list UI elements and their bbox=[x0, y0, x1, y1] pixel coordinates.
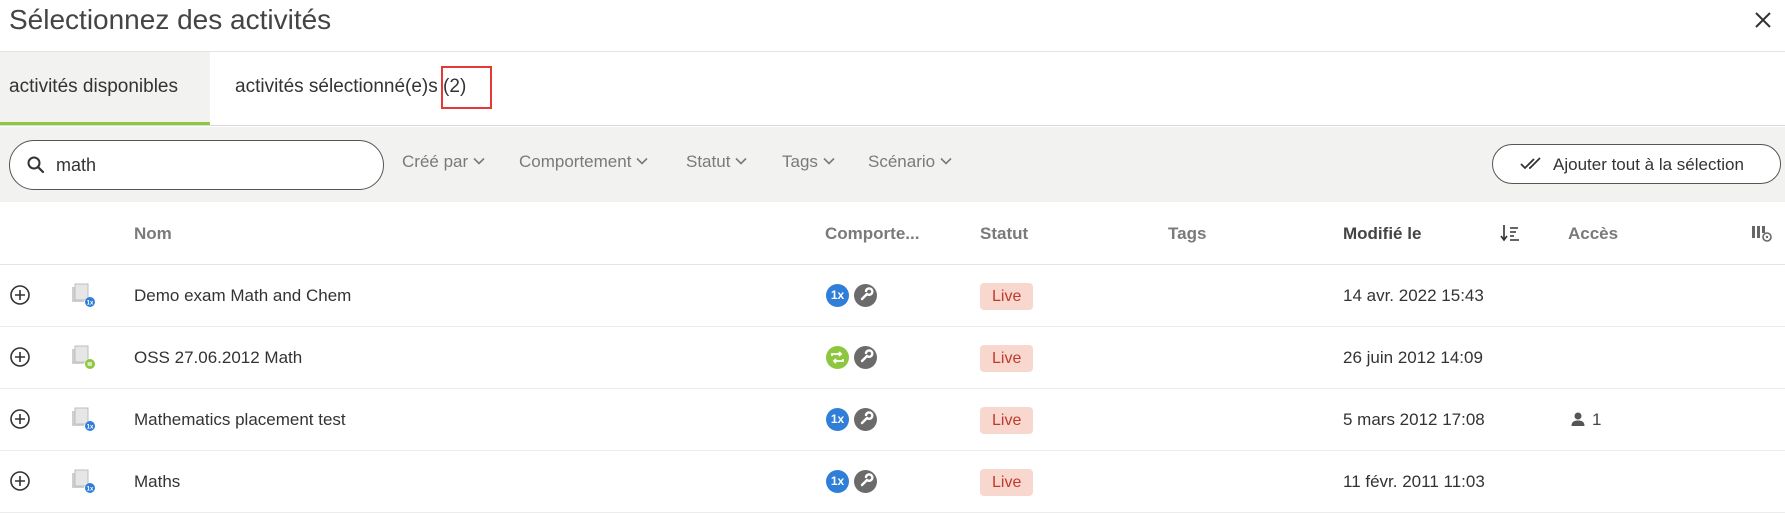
table-row[interactable]: 1x Maths 1x Live 11 févr. 2011 11:03 bbox=[0, 451, 1785, 513]
column-access[interactable]: Accès bbox=[1568, 224, 1618, 244]
modified-date: 5 mars 2012 17:08 bbox=[1343, 410, 1485, 429]
filter-created-by-label: Créé par bbox=[402, 152, 469, 171]
activity-name[interactable]: Mathematics placement test bbox=[134, 410, 346, 430]
dialog-title: Sélectionnez des activités bbox=[9, 4, 332, 35]
activity-type-icon: 1x bbox=[72, 407, 95, 431]
column-behavior[interactable]: Comporte... bbox=[825, 224, 919, 244]
svg-text:1x: 1x bbox=[87, 487, 94, 493]
status-badge: Live bbox=[980, 407, 1034, 434]
filter-tags[interactable]: Tags bbox=[782, 152, 835, 172]
activity-name[interactable]: Demo exam Math and Chem bbox=[134, 286, 351, 306]
filter-scenario[interactable]: Scénario bbox=[868, 152, 952, 172]
tab-available[interactable]: activités disponibles bbox=[0, 52, 210, 125]
sort-descending-icon[interactable] bbox=[1500, 224, 1520, 242]
wrench-icon bbox=[854, 408, 877, 431]
status-badge: Live bbox=[980, 469, 1034, 496]
one-time-icon: 1x bbox=[826, 470, 849, 493]
activity-name[interactable]: Maths bbox=[134, 472, 180, 492]
activity-type-icon bbox=[72, 345, 95, 369]
filter-status-label: Statut bbox=[686, 152, 731, 171]
column-modified[interactable]: Modifié le bbox=[1343, 224, 1421, 244]
user-icon bbox=[1571, 412, 1585, 427]
activity-type-icon: 1x bbox=[72, 283, 95, 307]
add-circle-icon[interactable] bbox=[9, 284, 31, 306]
repeat-icon bbox=[826, 346, 849, 369]
status-badge: Live bbox=[980, 345, 1034, 372]
tab-bar: activités disponibles activités sélectio… bbox=[0, 52, 1785, 126]
table-row[interactable]: 1x Demo exam Math and Chem 1x Live 14 av… bbox=[0, 265, 1785, 327]
tab-selected[interactable]: activités sélectionné(e)s (2) bbox=[235, 52, 466, 125]
search-input[interactable] bbox=[56, 151, 356, 179]
activity-type-icon: 1x bbox=[72, 469, 95, 493]
add-circle-icon[interactable] bbox=[9, 408, 31, 430]
svg-text:1x: 1x bbox=[87, 301, 94, 307]
one-time-icon: 1x bbox=[826, 408, 849, 431]
status-badge: Live bbox=[980, 283, 1034, 310]
tab-available-label: activités disponibles bbox=[9, 76, 178, 97]
chevron-down-icon bbox=[735, 157, 747, 165]
add-circle-icon[interactable] bbox=[9, 346, 31, 368]
wrench-icon bbox=[854, 284, 877, 307]
close-icon[interactable] bbox=[1751, 8, 1775, 32]
one-time-icon: 1x bbox=[826, 284, 849, 307]
column-status[interactable]: Statut bbox=[980, 224, 1028, 244]
filter-behavior[interactable]: Comportement bbox=[519, 152, 649, 172]
modified-date: 11 févr. 2011 11:03 bbox=[1343, 472, 1485, 491]
dialog-header: Sélectionnez des activités bbox=[0, 0, 1785, 52]
filter-scenario-label: Scénario bbox=[868, 152, 936, 171]
wrench-icon bbox=[854, 470, 877, 493]
column-name[interactable]: Nom bbox=[134, 224, 172, 244]
chevron-down-icon bbox=[940, 157, 952, 165]
double-check-icon bbox=[1520, 157, 1541, 170]
access-count: 1 bbox=[1570, 410, 1601, 430]
chevron-down-icon bbox=[636, 157, 649, 165]
activity-name[interactable]: OSS 27.06.2012 Math bbox=[134, 348, 302, 368]
svg-text:1x: 1x bbox=[87, 425, 94, 431]
add-all-label: Ajouter tout à la sélection bbox=[1553, 155, 1744, 174]
table-row[interactable]: 1x Mathematics placement test 1x Live 5 … bbox=[0, 389, 1785, 451]
access-count-value: 1 bbox=[1592, 410, 1602, 429]
wrench-icon bbox=[854, 346, 877, 369]
chevron-down-icon bbox=[823, 157, 835, 165]
column-settings-icon[interactable] bbox=[1751, 224, 1773, 242]
modified-date: 14 avr. 2022 15:43 bbox=[1343, 286, 1484, 305]
filter-created-by[interactable]: Créé par bbox=[402, 152, 485, 172]
add-circle-icon[interactable] bbox=[9, 470, 31, 492]
chevron-down-icon bbox=[473, 157, 485, 165]
filter-status[interactable]: Statut bbox=[686, 152, 747, 172]
table-header: Nom Comporte... Statut Tags Modifié le A… bbox=[0, 202, 1785, 265]
filter-bar: Créé par Comportement Statut Tags Scénar… bbox=[0, 127, 1785, 202]
filter-tags-label: Tags bbox=[782, 152, 818, 171]
column-tags[interactable]: Tags bbox=[1168, 224, 1206, 244]
table-row[interactable]: OSS 27.06.2012 Math Live 26 juin 2012 14… bbox=[0, 327, 1785, 389]
filter-behavior-label: Comportement bbox=[519, 152, 632, 171]
tab-selected-label: activités sélectionné(e)s bbox=[235, 76, 438, 97]
search-box[interactable] bbox=[9, 140, 384, 190]
add-all-button[interactable]: Ajouter tout à la sélection bbox=[1492, 144, 1781, 184]
search-icon bbox=[27, 156, 45, 174]
modified-date: 26 juin 2012 14:09 bbox=[1343, 348, 1483, 367]
tab-selected-count: (2) bbox=[443, 76, 467, 97]
